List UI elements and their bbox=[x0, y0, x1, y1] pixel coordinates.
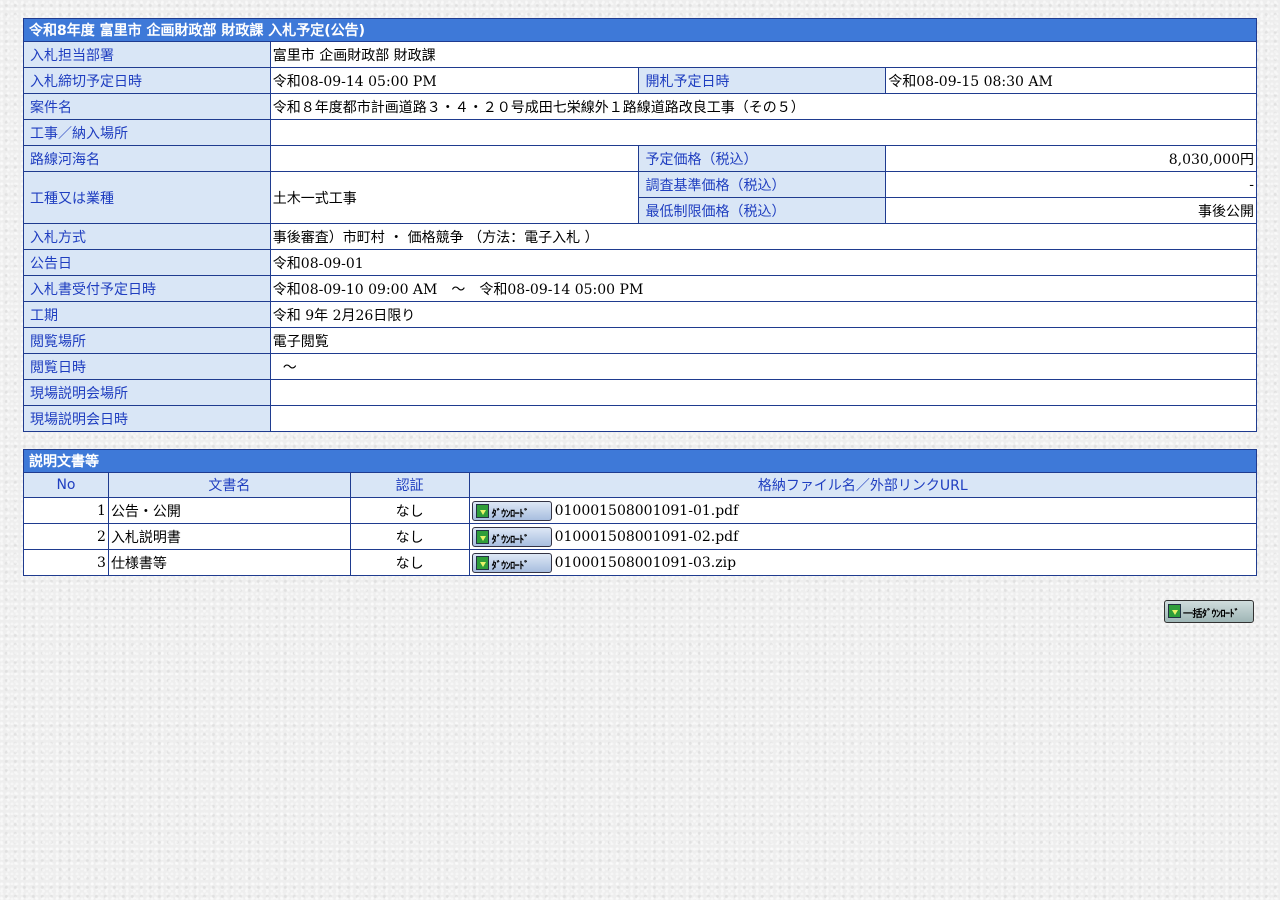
table-row: 2 入札説明書 なし ﾀﾞｳﾝﾛｰﾄﾞ 010001508001091-02.pd… bbox=[23, 523, 1258, 550]
doc-no: 3 bbox=[23, 549, 109, 576]
place-label: 工事／納入場所 bbox=[23, 119, 271, 146]
doc-auth: なし bbox=[349, 497, 470, 524]
estimated-price-value: 8,030,000円 bbox=[885, 145, 1257, 172]
doc-name: 仕様書等 bbox=[107, 549, 351, 576]
table-row: 1 公告・公開 なし ﾀﾞｳﾝﾛｰﾄﾞ 010001508001091-01.pd… bbox=[23, 497, 1258, 524]
opening-label: 開札予定日時 bbox=[638, 67, 887, 94]
receipt-label: 入札書受付予定日時 bbox=[23, 275, 271, 302]
bid-info-table: 令和8年度 富里市 企画財政部 財政課 入札予定(公告) 入札担当部署 富里市 … bbox=[23, 18, 1258, 432]
doc-no: 1 bbox=[23, 497, 109, 524]
work-type-value: 土木一式工事 bbox=[269, 171, 640, 224]
download-icon bbox=[475, 503, 489, 518]
doc-name: 公告・公開 bbox=[107, 497, 351, 524]
download-button[interactable]: ﾀﾞｳﾝﾛｰﾄﾞ bbox=[471, 526, 552, 547]
site-date-value bbox=[269, 405, 1258, 432]
download-icon bbox=[475, 555, 489, 570]
receipt-value: 令和08-09-10 09:00 AM ～ 令和08-09-14 05:00 P… bbox=[269, 275, 1258, 302]
minimum-price-value: 事後公開 bbox=[885, 197, 1257, 224]
bulk-download-button[interactable]: 一括ﾀﾞｳﾝﾛｰﾄﾞ bbox=[1164, 600, 1254, 623]
survey-price-label: 調査基準価格（税込） bbox=[638, 171, 887, 198]
site-date-label: 現場説明会日時 bbox=[23, 405, 271, 432]
work-type-label: 工種又は業種 bbox=[23, 171, 271, 224]
deadline-value: 令和08-09-14 05:00 PM bbox=[269, 67, 640, 94]
col-name-header: 文書名 bbox=[107, 472, 351, 498]
method-label: 入札方式 bbox=[23, 223, 271, 250]
col-file-header: 格納ファイル名／外部リンクURL bbox=[468, 472, 1258, 498]
table-row: 3 仕様書等 なし ﾀﾞｳﾝﾛｰﾄﾞ 010001508001091-03.zip bbox=[23, 549, 1258, 576]
doc-file-name: 010001508001091-03.zip bbox=[554, 554, 737, 571]
col-auth-header: 認証 bbox=[349, 472, 470, 498]
download-icon bbox=[475, 529, 489, 544]
site-place-value bbox=[269, 379, 1258, 406]
view-date-value: ～ bbox=[269, 353, 1258, 380]
notice-date-label: 公告日 bbox=[23, 249, 271, 276]
doc-no: 2 bbox=[23, 523, 109, 550]
page-title: 令和8年度 富里市 企画財政部 財政課 入札予定(公告) bbox=[23, 18, 1257, 42]
view-place-value: 電子閲覧 bbox=[269, 327, 1258, 354]
doc-name: 入札説明書 bbox=[107, 523, 351, 550]
documents-title: 説明文書等 bbox=[23, 449, 1257, 473]
doc-file-cell: ﾀﾞｳﾝﾛｰﾄﾞ 010001508001091-01.pdf bbox=[468, 497, 1258, 524]
opening-value: 令和08-09-15 08:30 AM bbox=[885, 67, 1257, 94]
doc-file-name: 010001508001091-02.pdf bbox=[554, 528, 739, 545]
minimum-price-label: 最低制限価格（税込） bbox=[638, 197, 887, 224]
estimated-price-label: 予定価格（税込） bbox=[638, 145, 887, 172]
deadline-label: 入札締切予定日時 bbox=[23, 67, 271, 94]
dept-value: 富里市 企画財政部 財政課 bbox=[269, 41, 1258, 68]
doc-auth: なし bbox=[349, 549, 470, 576]
site-place-label: 現場説明会場所 bbox=[23, 379, 271, 406]
doc-auth: なし bbox=[349, 523, 470, 550]
view-place-label: 閲覧場所 bbox=[23, 327, 271, 354]
doc-file-cell: ﾀﾞｳﾝﾛｰﾄﾞ 010001508001091-03.zip bbox=[468, 549, 1258, 576]
download-icon bbox=[1168, 604, 1181, 618]
doc-file-name: 010001508001091-01.pdf bbox=[554, 502, 739, 519]
place-value bbox=[269, 119, 1258, 146]
view-date-label: 閲覧日時 bbox=[23, 353, 271, 380]
notice-date-value: 令和08-09-01 bbox=[269, 249, 1258, 276]
doc-file-cell: ﾀﾞｳﾝﾛｰﾄﾞ 010001508001091-02.pdf bbox=[468, 523, 1258, 550]
col-no-header: No bbox=[23, 472, 109, 498]
route-value bbox=[269, 145, 640, 172]
period-value: 令和 9年 2月26日限り bbox=[269, 301, 1258, 328]
case-value: 令和８年度都市計画道路３・４・２０号成田七栄線外１路線道路改良工事（その５） bbox=[269, 93, 1258, 120]
download-button[interactable]: ﾀﾞｳﾝﾛｰﾄﾞ bbox=[471, 500, 552, 521]
documents-table: 説明文書等 No 文書名 認証 格納ファイル名／外部リンクURL 1 公告・公開… bbox=[23, 449, 1258, 576]
dept-label: 入札担当部署 bbox=[23, 41, 271, 68]
case-label: 案件名 bbox=[23, 93, 271, 120]
period-label: 工期 bbox=[23, 301, 271, 328]
route-label: 路線河海名 bbox=[23, 145, 271, 172]
download-button[interactable]: ﾀﾞｳﾝﾛｰﾄﾞ bbox=[471, 552, 552, 573]
method-value: 事後審査）市町村 ・ 価格競争 （方法：電子入札 ） bbox=[269, 223, 1258, 250]
survey-price-value: - bbox=[885, 171, 1257, 198]
